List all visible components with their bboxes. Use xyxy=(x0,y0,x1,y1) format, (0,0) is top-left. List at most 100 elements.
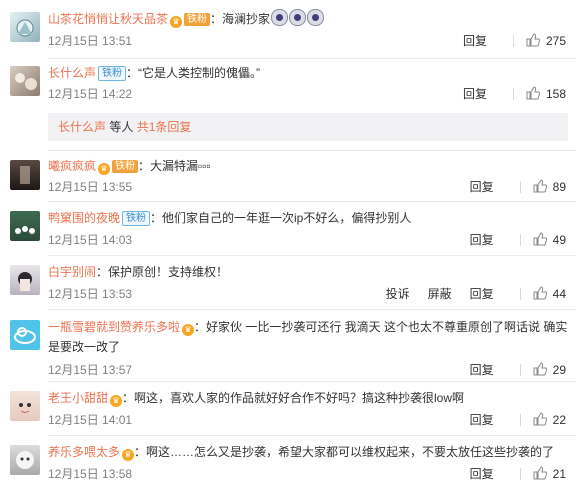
thumbs-up-icon xyxy=(533,466,547,480)
like-button[interactable]: 44 xyxy=(533,286,566,302)
like-button[interactable]: 275 xyxy=(526,33,566,49)
username[interactable]: 山茶花悄悄让秋天品茶 xyxy=(48,12,168,26)
reply-button[interactable]: 回复 xyxy=(470,412,494,428)
divider xyxy=(519,234,521,246)
avatar[interactable] xyxy=(10,160,40,190)
thumbs-up-icon xyxy=(533,362,547,376)
divider xyxy=(519,364,521,376)
comment-text: ：他们家自己的一年逛一次ip不好么，偏得抄别人 xyxy=(150,211,412,225)
thumbs-up-icon xyxy=(533,179,547,193)
vip-crown-icon: ♛ xyxy=(182,324,195,336)
like-button[interactable]: 158 xyxy=(526,86,566,102)
vip-crown-icon: ♛ xyxy=(122,449,135,461)
avatar[interactable] xyxy=(10,265,40,295)
vip-crown-icon: ♛ xyxy=(110,395,123,407)
timestamp: 12月15日 14:03 xyxy=(48,233,133,247)
reply-button[interactable]: 回复 xyxy=(470,466,494,482)
comment-item: 白宇别闹：保护原创！支持维权！ 12月15日 13:53 投诉 屏蔽 回复 44 xyxy=(0,256,576,308)
sub-reply-text: 等人 xyxy=(106,120,137,134)
timestamp: 12月15日 13:58 xyxy=(48,467,133,481)
avatar[interactable] xyxy=(10,391,40,421)
like-count: 21 xyxy=(552,467,566,481)
divider xyxy=(519,288,521,300)
divider xyxy=(519,468,521,480)
reply-button[interactable]: 回复 xyxy=(463,86,487,102)
thumbs-up-icon xyxy=(533,412,547,426)
comment-text: ：海澜抄家 xyxy=(210,12,271,26)
comment-text: ：啊这，喜欢人家的作品就好好合作不好吗？搞这种抄袭很low啊 xyxy=(122,391,465,405)
avatar[interactable] xyxy=(10,12,40,42)
timestamp: 12月15日 13:55 xyxy=(48,180,133,194)
avatar[interactable] xyxy=(10,66,40,96)
reply-button[interactable]: 回复 xyxy=(470,179,494,195)
comment-item: 老王小甜甜 ♛ ：啊这，喜欢人家的作品就好好合作不好吗？搞这种抄袭很low啊 12月… xyxy=(0,382,576,434)
smiley-emoji-icon xyxy=(307,9,325,26)
comment-text: ：保护原创！支持维权！ xyxy=(96,265,229,279)
fan-badge: 铁粉 xyxy=(112,160,139,173)
sub-reply-box[interactable]: 长什么声 等人 共1条回复 xyxy=(48,113,568,141)
comment-text: ：“它是人类控制的傀儡。” xyxy=(126,66,261,80)
thumbs-up-icon xyxy=(533,286,547,300)
avatar-image xyxy=(18,272,32,291)
report-button[interactable]: 投诉 xyxy=(386,286,410,302)
avatar-image xyxy=(16,451,34,469)
comment-item: 长什么声 铁粉 ：“它是人类控制的傀儡。” 12月15日 14:22 回复 158 … xyxy=(0,59,576,149)
like-count: 29 xyxy=(552,363,566,377)
smiley-emoji-icon xyxy=(289,9,307,26)
fan-badge: 铁粉 xyxy=(122,211,151,226)
avatar-image xyxy=(20,166,30,184)
like-button[interactable]: 21 xyxy=(533,466,566,482)
like-count: 158 xyxy=(545,87,566,101)
avatar[interactable] xyxy=(10,445,40,475)
divider xyxy=(512,88,514,100)
timestamp: 12月15日 13:57 xyxy=(48,363,133,377)
avatar-image xyxy=(15,226,35,234)
username[interactable]: 老王小甜甜 xyxy=(48,391,108,405)
reply-button[interactable]: 回复 xyxy=(470,232,494,248)
avatar-image xyxy=(19,403,31,413)
timestamp: 12月15日 14:01 xyxy=(48,413,133,427)
like-count: 89 xyxy=(552,180,566,194)
comment-text: ：大漏特漏▫▫▫ xyxy=(138,159,211,173)
avatar-image xyxy=(15,73,37,90)
fan-badge: 铁粉 xyxy=(184,13,211,26)
vip-crown-icon: ♛ xyxy=(98,163,111,175)
username[interactable]: 白宇别闹 xyxy=(48,265,96,279)
timestamp: 12月15日 14:22 xyxy=(48,87,133,101)
comment-item: 养乐多喂太多 ♛ ：啊这……怎么又是抄袭，希望大家都可以维权起来，不要太放任这些抄袭… xyxy=(0,436,576,496)
username[interactable]: 养乐多喂太多 xyxy=(48,445,120,459)
like-count: 275 xyxy=(545,34,566,48)
timestamp: 12月15日 13:53 xyxy=(48,287,133,301)
divider xyxy=(519,181,521,193)
like-button[interactable]: 89 xyxy=(533,179,566,195)
reply-button[interactable]: 回复 xyxy=(470,286,494,302)
like-button[interactable]: 29 xyxy=(533,362,566,378)
divider xyxy=(519,414,521,426)
avatar[interactable] xyxy=(10,320,40,350)
comment-item: 鸭窠围的夜晚 铁粉 ：他们家自己的一年逛一次ip不好么，偏得抄别人 12月15日 1… xyxy=(0,202,576,254)
block-button[interactable]: 屏蔽 xyxy=(428,286,452,302)
like-button[interactable]: 49 xyxy=(533,232,566,248)
username[interactable]: 鸭窠围的夜晚 xyxy=(48,211,120,225)
avatar-image xyxy=(16,19,34,37)
username[interactable]: 一瓶雪碧就到赞养乐多啦 xyxy=(48,320,180,334)
divider xyxy=(512,35,514,47)
timestamp: 12月15日 13:51 xyxy=(48,34,133,48)
like-count: 44 xyxy=(552,287,566,301)
fan-badge: 铁粉 xyxy=(98,66,127,81)
thumbs-up-icon xyxy=(526,33,540,47)
avatar-image xyxy=(14,327,36,344)
reply-button[interactable]: 回复 xyxy=(463,33,487,49)
username[interactable]: 长什么声 xyxy=(48,66,96,80)
smiley-emoji-icon xyxy=(271,9,289,26)
sub-reply-user[interactable]: 长什么声 xyxy=(58,120,106,134)
username[interactable]: 曦疯疯疯 xyxy=(48,159,96,173)
thumbs-up-icon xyxy=(533,232,547,246)
view-replies-link[interactable]: 共1条回复 xyxy=(137,120,192,134)
like-button[interactable]: 22 xyxy=(533,412,566,428)
reply-button[interactable]: 回复 xyxy=(470,362,494,378)
comment-item: 山茶花悄悄让秋天品茶 ♛ 铁粉 ：海澜抄家 12月15日 13:51 回复 275 xyxy=(0,0,576,50)
avatar[interactable] xyxy=(10,211,40,241)
like-count: 49 xyxy=(552,233,566,247)
comment-text: ：啊这……怎么又是抄袭，希望大家都可以维权起来，不要太放任这些抄袭的了 xyxy=(134,445,555,459)
